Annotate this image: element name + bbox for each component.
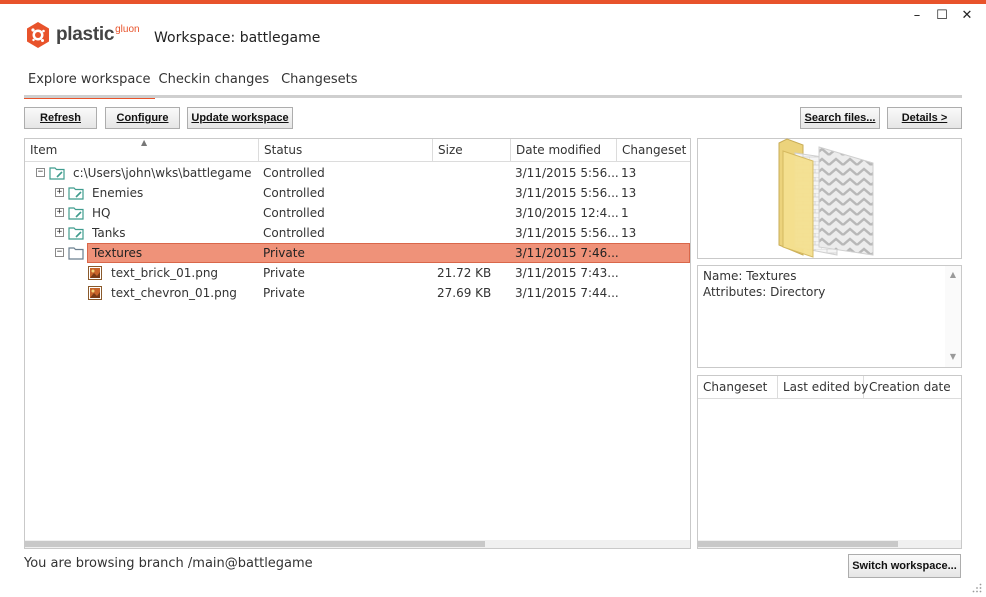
table-row[interactable]: text_chevron_01.png Private 27.69 KB 3/1… [25,283,690,303]
folder-private-icon [68,247,84,260]
workspace-title: Workspace: battlegame [154,30,321,46]
column-creation-date[interactable]: Creation date [864,376,961,399]
table-row[interactable]: − c:\Users\john\wks\battlegame Controlle… [25,163,690,183]
item-changeset: 13 [621,186,637,200]
item-date: 3/10/2015 12:4... [515,206,619,220]
maximize-button[interactable]: ☐ [933,8,951,24]
collapse-icon[interactable]: − [36,168,45,177]
property-name: Name: Textures [703,269,797,283]
table-row[interactable]: + HQ Controlled 3/10/2015 12:4... 1 [25,203,690,223]
resize-grip-icon[interactable] [972,583,982,593]
image-file-icon [88,266,102,280]
column-changeset[interactable]: Changeset [617,139,690,161]
brand-sub: gluon [115,23,140,35]
table-row[interactable]: + Tanks Controlled 3/11/2015 5:56... 13 [25,223,690,243]
item-status: Controlled [263,206,325,220]
item-status: Controlled [263,186,325,200]
collapse-icon[interactable]: − [55,248,64,257]
expand-icon[interactable]: + [55,188,64,197]
properties-panel: Name: Textures Attributes: Directory ▲ ▼ [697,265,962,368]
scrollbar-thumb[interactable] [698,541,898,547]
tab-checkin-changes[interactable]: Checkin changes [155,72,274,96]
expand-icon[interactable]: + [55,228,64,237]
item-name: Enemies [92,186,144,200]
item-date: 3/11/2015 7:46... [515,246,619,260]
scroll-down-icon[interactable]: ▼ [945,352,961,361]
column-size[interactable]: Size [433,139,511,161]
item-size: 21.72 KB [437,266,492,280]
item-status: Private [263,266,305,280]
workspace-explorer[interactable]: Item ▲ Status Size Date modified Changes… [24,138,691,549]
item-name: text_brick_01.png [111,266,219,280]
image-file-icon [88,286,102,300]
horizontal-scrollbar[interactable] [698,540,961,548]
folder-controlled-icon [49,167,65,180]
property-attributes: Attributes: Directory [703,285,826,299]
item-name: text_chevron_01.png [111,286,237,300]
column-history-changeset[interactable]: Changeset [698,376,778,399]
tab-changesets[interactable]: Changesets [273,72,361,96]
sort-ascending-icon: ▲ [141,138,148,147]
plastic-logo: plastic gluon [24,20,140,50]
accent-top-bar [0,0,986,4]
item-date: 3/11/2015 7:43... [515,266,619,280]
item-changeset: 13 [621,166,637,180]
item-status: Private [263,246,305,260]
column-last-edited-by[interactable]: Last edited by [778,376,868,399]
horizontal-scrollbar[interactable] [25,540,690,548]
item-date: 3/11/2015 5:56... [515,166,619,180]
history-panel[interactable]: Changeset Last edited by Creation date [697,375,962,549]
table-row[interactable]: + Enemies Controlled 3/11/2015 5:56... 1… [25,183,690,203]
configure-button[interactable]: Configure [105,107,180,129]
folder-controlled-icon [68,187,84,200]
table-row[interactable]: text_brick_01.png Private 21.72 KB 3/11/… [25,263,690,283]
switch-workspace-button[interactable]: Switch workspace... [848,554,961,578]
branch-status: You are browsing branch /main@battlegame [24,556,313,571]
item-changeset: 13 [621,226,637,240]
tab-underline [24,95,962,98]
item-name: Tanks [92,226,126,240]
column-date-modified[interactable]: Date modified [511,139,617,161]
item-status: Controlled [263,226,325,240]
item-changeset: 1 [621,206,629,220]
plastic-logo-icon [27,22,49,48]
minimize-button[interactable]: – [908,8,926,24]
item-name: HQ [92,206,111,220]
close-button[interactable]: ✕ [958,8,976,24]
expand-icon[interactable]: + [55,208,64,217]
brand-name: plastic [56,24,115,45]
preview-panel [697,138,962,259]
table-header: Item ▲ Status Size Date modified Changes… [25,139,690,162]
scrollbar-thumb[interactable] [25,541,485,547]
item-date: 3/11/2015 5:56... [515,226,619,240]
item-name: Textures [92,246,143,260]
item-status: Controlled [263,166,325,180]
column-status[interactable]: Status [259,139,433,161]
item-size: 27.69 KB [437,286,492,300]
table-row-selected[interactable]: − Textures Private 3/11/2015 7:46... [25,243,690,263]
update-workspace-button[interactable]: Update workspace [187,107,293,129]
item-date: 3/11/2015 5:56... [515,186,619,200]
vertical-scrollbar[interactable]: ▲ ▼ [945,266,961,367]
folder-preview-icon [778,138,874,258]
search-files-button[interactable]: Search files... [800,107,880,129]
folder-controlled-icon [68,227,84,240]
item-name: c:\Users\john\wks\battlegame [73,166,252,180]
folder-controlled-icon [68,207,84,220]
item-date: 3/11/2015 7:44... [515,286,619,300]
item-status: Private [263,286,305,300]
scroll-up-icon[interactable]: ▲ [945,270,961,279]
refresh-button[interactable]: Refresh [24,107,97,129]
details-button[interactable]: Details > [887,107,962,129]
